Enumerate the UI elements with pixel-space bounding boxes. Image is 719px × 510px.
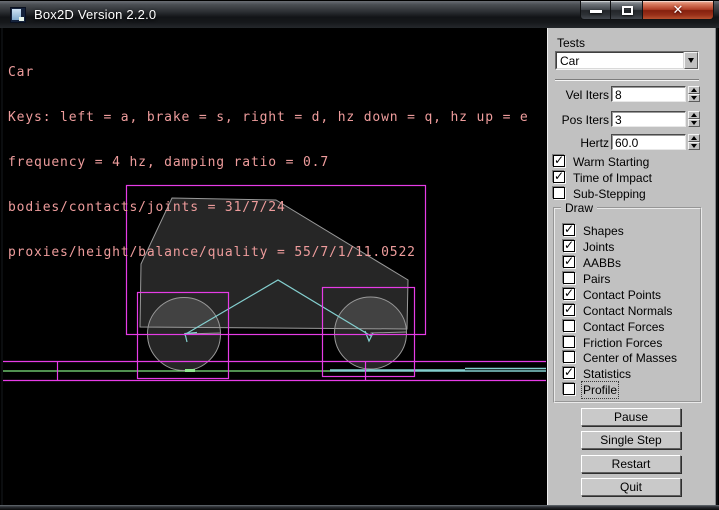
stats-text: Car Keys: left = a, brake = s, right = d… [8,35,529,290]
maximize-icon [622,6,633,15]
checkbox-label: Time of Impact [573,171,652,185]
app-window: Box2D Version 2.2.0 ✕ [0,0,719,510]
stats-line: frequency = 4 hz, damping ratio = 0.7 [8,155,529,170]
arrow-up-icon [691,88,697,92]
checkbox-label: Profile [583,383,617,397]
restart-button[interactable]: Restart [581,455,681,473]
checkbox-label: Statistics [583,367,631,381]
pos-iters-input[interactable]: 3 [611,111,686,127]
draw-group-box: Draw Shapes Joints AABBs Pairs [553,207,702,403]
stats-line: Car [8,65,529,80]
checkbox-box[interactable] [563,383,575,395]
hertz-label: Hertz [548,136,609,150]
checkbox-label: Shapes [583,224,624,238]
separator [555,79,699,81]
vel-iters-label: Vel Iters [548,88,609,102]
hertz-spinner-up[interactable] [688,134,700,142]
pause-button[interactable]: Pause [581,408,681,426]
bridge-joints [330,369,546,372]
checkbox-box[interactable] [563,351,575,363]
window-title: Box2D Version 2.2.0 [34,7,156,22]
checkbox-label: Center of Masses [583,351,677,365]
draw-group-title: Draw [561,201,597,215]
checkbox-label: Joints [583,240,614,254]
window-bottom-border [0,505,719,510]
checkbox-box[interactable] [563,367,575,379]
checkbox-box[interactable] [563,256,575,268]
checkbox-label: Contact Points [583,288,661,302]
close-icon: ✕ [643,3,713,18]
contact-point-marker [185,369,195,372]
minimize-icon [590,10,602,13]
stats-line: bodies/contacts/joints = 31/7/24 [8,200,529,215]
tests-label: Tests [557,36,585,50]
checkbox-box[interactable] [563,272,575,284]
arrow-down-icon [691,96,697,100]
stats-line: proxies/height/balance/quality = 55/7/1/… [8,245,529,260]
checkbox-label: AABBs [583,256,621,270]
pos-iters-label: Pos Iters [548,113,609,127]
hertz-spinner [688,134,700,150]
vel-iters-spinner [688,86,700,102]
checkbox-box[interactable] [563,304,575,316]
pos-iters-spinner-down[interactable] [688,119,700,127]
checkbox-box[interactable] [563,224,575,236]
stats-line: Keys: left = a, brake = s, right = d, hz… [8,110,529,125]
tests-dropdown-value[interactable]: Car [556,52,684,69]
checkbox-label: Warm Starting [573,155,649,169]
checkbox-label: Contact Normals [583,304,672,318]
titlebar: Box2D Version 2.2.0 ✕ [0,0,719,28]
chevron-down-icon [688,58,694,63]
tests-dropdown-arrow-button[interactable] [684,52,698,69]
pos-iters-row: Pos Iters 3 [548,111,717,127]
arrow-up-icon [691,136,697,140]
checkbox-box[interactable] [553,171,565,183]
vel-iters-spinner-down[interactable] [688,94,700,102]
pos-iters-spinner [688,111,700,127]
vel-iters-row: Vel Iters 8 [548,86,717,102]
control-panel: Tests Car Vel Iters 8 Pos Iters 3 [547,28,716,505]
single-step-button[interactable]: Single Step [581,431,681,449]
checkbox-label: Pairs [583,272,610,286]
checkbox-box[interactable] [553,187,565,199]
checkbox-box[interactable] [563,240,575,252]
app-icon [10,7,26,23]
pos-iters-spinner-up[interactable] [688,111,700,119]
vel-iters-input[interactable]: 8 [611,86,686,102]
arrow-up-icon [691,113,697,117]
checkbox-label: Contact Forces [583,320,664,334]
checkbox-box[interactable] [563,288,575,300]
simulation-canvas[interactable]: Car Keys: left = a, brake = s, right = d… [3,28,547,505]
minimize-button[interactable] [580,1,611,20]
quit-button[interactable]: Quit [581,478,681,496]
checkbox-box[interactable] [563,336,575,348]
vel-iters-spinner-up[interactable] [688,86,700,94]
tests-dropdown[interactable]: Car [555,51,699,70]
checkbox-label: Sub-Stepping [573,187,646,201]
hertz-spinner-down[interactable] [688,142,700,150]
close-button[interactable]: ✕ [642,1,714,20]
checkbox-label: Friction Forces [583,336,662,350]
checkbox-box[interactable] [553,155,565,167]
arrow-down-icon [691,121,697,125]
hertz-row: Hertz 60.0 [548,134,717,150]
arrow-down-icon [691,144,697,148]
window-content: Car Keys: left = a, brake = s, right = d… [3,28,716,505]
caption-buttons: ✕ [580,1,714,20]
hertz-input[interactable]: 60.0 [611,134,686,150]
maximize-button[interactable] [611,1,642,20]
checkbox-box[interactable] [563,320,575,332]
